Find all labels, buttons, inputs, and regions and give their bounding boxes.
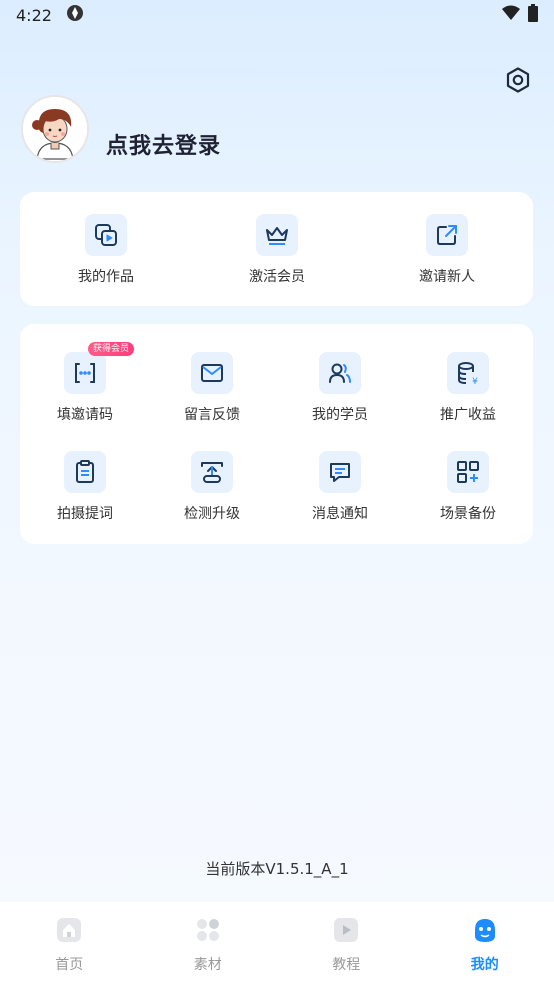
tab-mine-label: 我的 bbox=[470, 957, 499, 973]
play-icon bbox=[332, 916, 360, 948]
invite-new-user-button[interactable]: 邀请新人 bbox=[407, 214, 487, 286]
tab-materials-label: 素材 bbox=[193, 957, 222, 973]
upload-icon bbox=[191, 451, 233, 493]
promotion-earnings-button[interactable]: ¥ 推广收益 bbox=[428, 352, 508, 424]
app-notification-icon bbox=[66, 4, 84, 26]
profile-mascot-icon bbox=[471, 916, 499, 948]
tab-materials[interactable]: 素材 bbox=[139, 902, 278, 986]
my-students-button[interactable]: 我的学员 bbox=[300, 352, 380, 424]
login-link[interactable]: 点我去登录 bbox=[106, 128, 221, 160]
teleprompter-label: 拍摄提词 bbox=[57, 506, 113, 522]
app-version: 当前版本V1.5.1_A_1 bbox=[205, 860, 349, 878]
scene-backup-button[interactable]: 场景备份 bbox=[428, 451, 508, 523]
home-icon bbox=[55, 916, 83, 948]
battery-icon bbox=[528, 4, 538, 26]
tab-home[interactable]: 首页 bbox=[0, 902, 139, 986]
tab-tutorials[interactable]: 教程 bbox=[277, 902, 416, 986]
check-update-button[interactable]: 检测升级 bbox=[172, 451, 252, 523]
notifications-button[interactable]: 消息通知 bbox=[300, 451, 380, 523]
wifi-icon bbox=[502, 5, 520, 25]
teleprompter-button[interactable]: 拍摄提词 bbox=[45, 451, 125, 523]
feedback-label: 留言反馈 bbox=[184, 407, 240, 423]
database-icon: ¥ bbox=[447, 352, 489, 394]
invite-new-user-label: 邀请新人 bbox=[419, 269, 475, 285]
message-icon bbox=[319, 451, 361, 493]
membership-badge: 获得会员 bbox=[88, 342, 135, 356]
tab-tutorials-label: 教程 bbox=[332, 957, 361, 973]
feedback-button[interactable]: 留言反馈 bbox=[172, 352, 252, 424]
tab-home-label: 首页 bbox=[55, 957, 84, 973]
settings-gear-icon[interactable] bbox=[503, 65, 533, 95]
my-students-label: 我的学员 bbox=[312, 407, 368, 423]
status-bar: 4:22 bbox=[0, 0, 554, 30]
activate-membership-button[interactable]: 激活会员 bbox=[237, 214, 317, 286]
code-icon bbox=[64, 352, 106, 394]
crown-icon bbox=[256, 214, 298, 256]
share-icon bbox=[426, 214, 468, 256]
svg-text:¥: ¥ bbox=[472, 377, 478, 386]
users-icon bbox=[319, 352, 361, 394]
scene-backup-label: 场景备份 bbox=[440, 506, 496, 522]
check-update-label: 检测升级 bbox=[184, 506, 240, 522]
my-works-label: 我的作品 bbox=[78, 269, 134, 285]
avatar[interactable] bbox=[21, 95, 89, 163]
mail-icon bbox=[191, 352, 233, 394]
works-icon bbox=[85, 214, 127, 256]
clipboard-icon bbox=[64, 451, 106, 493]
materials-icon bbox=[194, 916, 222, 948]
tab-mine[interactable]: 我的 bbox=[416, 902, 554, 986]
activate-membership-label: 激活会员 bbox=[249, 269, 305, 285]
bottom-tab-bar: 首页 素材 教程 我的 bbox=[0, 902, 554, 986]
enter-invite-code-button[interactable]: 填邀请码 bbox=[45, 352, 125, 424]
promotion-earnings-label: 推广收益 bbox=[440, 407, 496, 423]
notifications-label: 消息通知 bbox=[312, 506, 368, 522]
my-works-button[interactable]: 我的作品 bbox=[66, 214, 146, 286]
enter-invite-code-label: 填邀请码 bbox=[57, 407, 113, 423]
grid-plus-icon bbox=[447, 451, 489, 493]
status-time: 4:22 bbox=[16, 5, 52, 25]
